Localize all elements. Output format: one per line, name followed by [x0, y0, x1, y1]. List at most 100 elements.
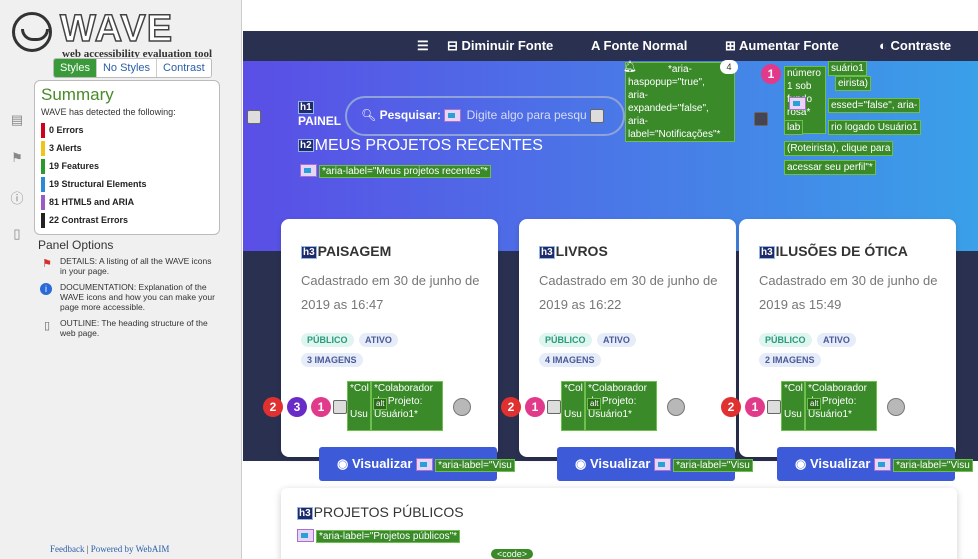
images-badge: 3 IMAGENS — [301, 353, 363, 367]
feedback-link[interactable]: Feedback — [50, 544, 84, 554]
aria-line: expanded="false", — [628, 103, 709, 114]
alt-annotation: alt — [807, 398, 822, 410]
wave-count-badge: 2 — [501, 397, 521, 417]
info-icon: i — [40, 283, 52, 295]
count-color-bar — [41, 194, 45, 210]
view-project-button[interactable]: ◉ Visualizar *aria-label="Visu — [557, 447, 753, 481]
flag-icon: ⚑ — [42, 258, 52, 270]
aria-line: haspopup="true", — [628, 77, 705, 88]
aria-label-text: *aria-label="Visu — [673, 459, 753, 472]
colab-line: *Colaborador — [588, 383, 647, 394]
wave-count-badge: 3 — [287, 397, 307, 417]
view-project-button[interactable]: ◉ Visualizar *aria-label="Visu — [319, 447, 515, 481]
contrast-label: Contraste — [890, 38, 952, 53]
colab-line: Usu — [784, 409, 802, 420]
panel-item-documentation[interactable]: i DOCUMENTATION: Explanation of the WAVE … — [38, 282, 218, 312]
colab-line: Usu — [350, 409, 368, 420]
count-label: 19 Features — [49, 161, 100, 171]
public-projects-card: h3 PROJETOS PÚBLICOS *aria-label="Projeto… — [281, 488, 957, 559]
wave-structure-icon — [247, 110, 261, 124]
view-project-button[interactable]: ◉ Visualizar *aria-label="Visu — [777, 447, 973, 481]
summary-count-item[interactable]: 19 Structural Elements — [41, 175, 213, 193]
search-box[interactable]: 🔍︎ Pesquisar: Digite algo para pesqu — [345, 96, 625, 136]
clipboard-icon[interactable]: ▤ — [10, 112, 24, 128]
flag-icon[interactable]: ⚑ — [10, 150, 24, 166]
count-label: 3 Alerts — [49, 143, 82, 153]
view-tabs: Styles No Styles Contrast — [53, 58, 212, 78]
code-tag: <code> — [491, 549, 534, 559]
tab-styles[interactable]: Styles — [54, 59, 96, 77]
wave-count-badge: 1 — [311, 397, 331, 417]
summary-count-item[interactable]: 81 HTML5 and ARIA — [41, 193, 213, 211]
notifications-aria-annotation: *aria- haspopup="true", aria- expanded="… — [625, 62, 735, 142]
h2-icon: h2 — [298, 139, 314, 153]
active-badge: ATIVO — [597, 333, 636, 347]
user-text-line: rio logado Usuário1 — [828, 120, 921, 135]
increase-font-button[interactable]: ⊞ Aumentar Fonte — [725, 38, 839, 54]
count-label: 19 Structural Elements — [49, 179, 147, 189]
decrease-font-button[interactable]: ⊟ Diminuir Fonte — [447, 38, 553, 54]
panel-item-details[interactable]: ⚑ DETAILS: A listing of all the WAVE icon… — [38, 256, 218, 276]
h3-icon: h3 — [539, 245, 555, 259]
search-input[interactable]: Digite algo para pesqu — [467, 108, 587, 122]
page-title-text: MEUS PROJETOS RECENTES — [314, 137, 543, 154]
colab-short-annotation: *Col Usu — [561, 381, 585, 431]
aria-line: *aria- — [668, 64, 692, 75]
wave-icon — [590, 108, 605, 123]
accessibility-toolbar: ☰ ⊟ Diminuir Fonte A Fonte Normal ⊞ Aume… — [243, 31, 978, 61]
summary-count-item[interactable]: 19 Features — [41, 157, 213, 175]
tab-no-styles[interactable]: No Styles — [95, 59, 157, 77]
summary-count-item[interactable]: 22 Contrast Errors — [41, 211, 213, 229]
h3-icon: h3 — [301, 245, 317, 259]
panel-item-outline[interactable]: ▯ OUTLINE: The heading structure of the w… — [38, 318, 218, 338]
wave-count-badge: 1 — [745, 397, 765, 417]
images-badge: 4 IMAGENS — [539, 353, 601, 367]
powered-by-link[interactable]: Powered by WebAIM — [91, 544, 170, 554]
h2-aria-annotation: *aria-label="Meus projetos recentes"* — [300, 163, 491, 178]
panel-options-title: Panel Options — [38, 238, 114, 252]
document-icon[interactable]: ▯ — [10, 226, 24, 242]
wave-icon — [333, 400, 347, 414]
alt-annotation: alt — [373, 398, 388, 410]
count-label: 22 Contrast Errors — [49, 215, 129, 225]
bell-icon[interactable]: 🔔︎ — [623, 60, 637, 73]
font-icon: A — [591, 38, 600, 53]
user-text-line: acessar seu perfil"* — [784, 160, 876, 175]
aria-label-text: *aria-label="Projetos públicos"* — [316, 530, 461, 543]
wave-icon — [754, 112, 768, 126]
summary-count-item[interactable]: 0 Errors — [41, 121, 213, 139]
tab-contrast[interactable]: Contrast — [156, 59, 211, 77]
increase-font-label: Aumentar Fonte — [739, 38, 839, 53]
card-title-text: PAISAGEM — [317, 243, 392, 259]
summary-counts: 0 Errors 3 Alerts 19 Features 19 Structural… — [41, 121, 213, 229]
card-title-text: LIVROS — [555, 243, 608, 259]
contrast-button[interactable]: ◐ Contraste — [879, 38, 951, 53]
decrease-font-label: Diminuir Fonte — [461, 38, 554, 53]
aria-label-text: *aria-label="Visu — [893, 459, 973, 472]
colab-line: Usu — [564, 409, 582, 420]
aria-line: aria- — [628, 116, 649, 127]
public-aria-annotation: *aria-label="Projetos públicos"* — [297, 528, 461, 543]
normal-font-button[interactable]: A Fonte Normal — [591, 38, 687, 53]
alert-number-1: 1 — [761, 64, 781, 84]
view-button-label: Visualizar — [351, 456, 413, 471]
summary-intro: WAVE has detected the following: — [41, 107, 176, 117]
colab-line: *Col — [784, 383, 803, 394]
count-label: 81 HTML5 and ARIA — [49, 197, 135, 207]
tooltip-line: 1 sob — [787, 81, 812, 92]
user-aria-annotation — [789, 96, 808, 111]
card-title: h3 PAISAGEM — [301, 243, 391, 259]
count-color-bar — [41, 212, 45, 228]
public-projects-title-text: PROJETOS PÚBLICOS — [313, 504, 464, 520]
summary-count-item[interactable]: 3 Alerts — [41, 139, 213, 157]
wave-circle-icon — [667, 398, 685, 416]
summary-panel: Summary WAVE has detected the following:… — [34, 80, 220, 235]
aria-tag-icon — [416, 458, 434, 472]
wave-circle-icon — [453, 398, 471, 416]
page-title: h2 MEUS PROJETOS RECENTES — [298, 137, 543, 155]
count-color-bar — [41, 176, 45, 192]
search-label: Pesquisar: — [379, 108, 441, 122]
user-text-line: essed="false", aria- — [828, 98, 921, 113]
info-icon[interactable]: ⓘ — [10, 188, 24, 206]
eye-icon: ◉ — [337, 456, 349, 471]
